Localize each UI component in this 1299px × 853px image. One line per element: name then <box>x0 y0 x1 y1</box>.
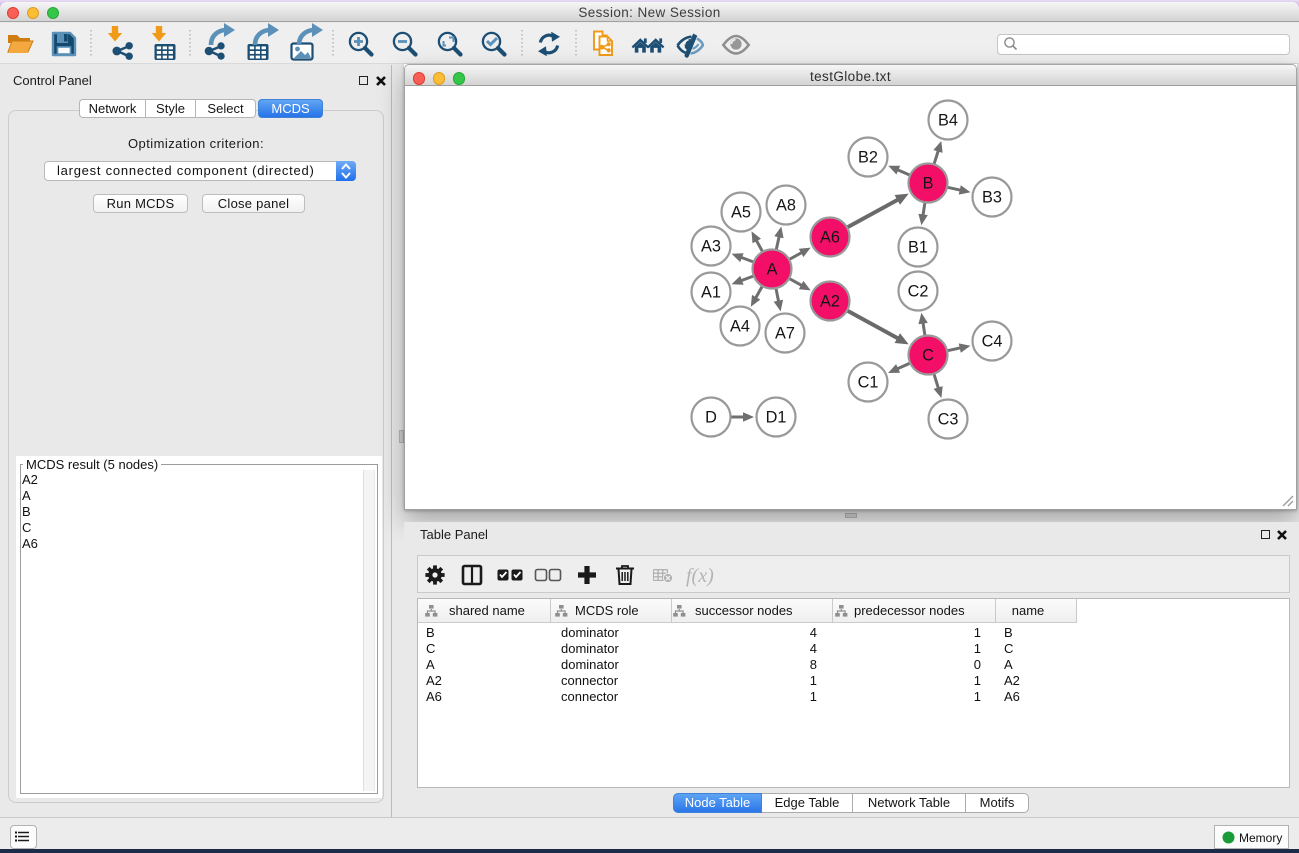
svg-text:A1: A1 <box>701 284 721 302</box>
svg-text:C2: C2 <box>908 283 929 301</box>
svg-text:f(x): f(x) <box>686 565 714 587</box>
svg-text:D1: D1 <box>766 409 787 427</box>
svg-text:A4: A4 <box>730 318 750 336</box>
svg-text:A3: A3 <box>701 238 721 256</box>
svg-text:C4: C4 <box>982 333 1003 351</box>
svg-text:B3: B3 <box>982 189 1002 207</box>
svg-text:A: A <box>767 261 778 279</box>
svg-text:A6: A6 <box>820 229 840 247</box>
svg-text:A7: A7 <box>775 325 795 343</box>
svg-text:C1: C1 <box>858 374 879 392</box>
svg-text:D: D <box>705 409 717 427</box>
svg-text:B2: B2 <box>858 149 878 167</box>
svg-text:B4: B4 <box>938 112 958 130</box>
svg-text:C3: C3 <box>938 411 959 429</box>
svg-text:A8: A8 <box>776 197 796 215</box>
svg-text:A2: A2 <box>820 293 840 311</box>
svg-text:B1: B1 <box>908 239 928 257</box>
svg-text:A5: A5 <box>731 204 751 222</box>
svg-text:C: C <box>922 347 934 365</box>
svg-text:B: B <box>923 175 934 193</box>
